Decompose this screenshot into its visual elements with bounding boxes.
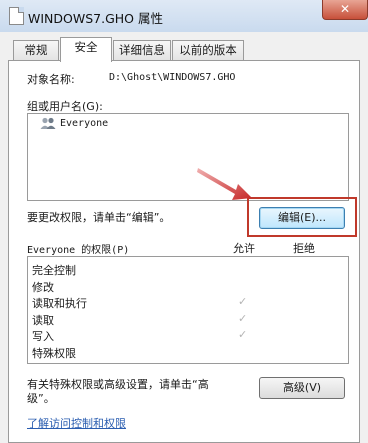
group-name: Everyone: [60, 118, 109, 129]
permission-name: 写入: [32, 330, 54, 343]
object-name-label: 对象名称:: [27, 73, 75, 86]
advanced-hint-line2: 级”。: [27, 392, 55, 405]
close-button[interactable]: ✕: [322, 0, 368, 20]
permission-name: 读取: [32, 313, 54, 327]
allow-check-icon: ✓: [238, 295, 248, 308]
file-icon: [9, 7, 24, 25]
permission-row: 写入 ✓: [28, 327, 348, 343]
permission-row: 修改: [28, 278, 348, 294]
annotation-arrow-icon: [197, 168, 252, 200]
permission-name: 完全控制: [32, 264, 76, 277]
window-title: WINDOWS7.GHO 属性: [28, 11, 163, 26]
permission-name: 读取和执行: [32, 297, 87, 310]
tab-details[interactable]: 详细信息: [113, 40, 171, 60]
tab-previous-versions[interactable]: 以前的版本: [172, 40, 244, 60]
permission-name: 修改: [32, 280, 54, 294]
deny-header: 拒绝: [293, 242, 315, 255]
object-name-value: D:\Ghost\WINDOWS7.GHO: [109, 72, 236, 83]
permission-row: 读取 ✓: [28, 311, 348, 327]
highlight-box: [247, 197, 357, 237]
permissions-listbox[interactable]: 完全控制修改读取和执行 ✓ 读取 ✓ 写入 ✓ 特殊权限: [27, 256, 349, 364]
permission-row: 特殊权限: [28, 344, 348, 360]
users-icon: [40, 117, 56, 129]
change-permissions-hint: 要更改权限，请单击“编辑”。: [27, 211, 171, 224]
groups-label: 组或用户名(G):: [27, 100, 103, 113]
permission-row: 完全控制: [28, 261, 348, 277]
tab-security[interactable]: 安全: [60, 37, 112, 62]
advanced-button[interactable]: 高级(V): [259, 377, 345, 399]
allow-header: 允许: [233, 242, 255, 255]
groups-listbox[interactable]: Everyone: [27, 113, 349, 201]
tab-general[interactable]: 常规: [13, 40, 59, 60]
title-bar: WINDOWS7.GHO 属性: [0, 0, 368, 32]
permission-name: 特殊权限: [32, 346, 76, 360]
allow-check-icon: ✓: [238, 311, 248, 325]
allow-check-icon: ✓: [238, 328, 248, 341]
learn-access-control-link[interactable]: 了解访问控制和权限: [27, 415, 126, 431]
list-item[interactable]: Everyone: [28, 116, 348, 132]
permission-row: 读取和执行 ✓: [28, 294, 348, 310]
permissions-label: Everyone 的权限(P): [27, 245, 130, 256]
